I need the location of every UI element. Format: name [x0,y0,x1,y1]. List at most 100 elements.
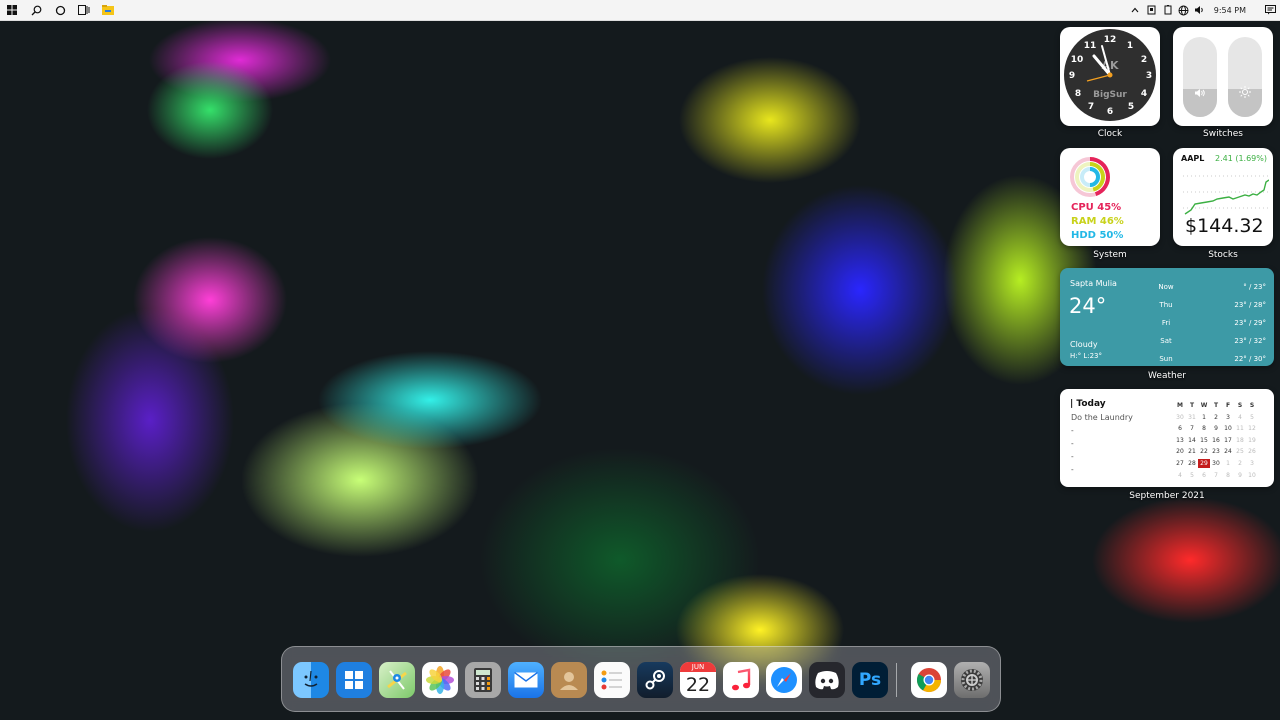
calendar-day[interactable]: 19 [1246,436,1258,445]
stocks-widget[interactable]: AAPL 2.41 (1.69%) $144.32 [1173,148,1273,246]
calendar-day[interactable]: 29 [1198,458,1210,468]
search-icon[interactable] [24,0,48,20]
calendar-day[interactable]: 2 [1210,413,1222,422]
calendar-day[interactable]: 10 [1246,471,1258,480]
weather-condition: Cloudy [1070,340,1098,349]
calendar-day[interactable]: 30 [1210,459,1222,468]
switches-widget[interactable] [1173,27,1273,126]
battery-icon[interactable] [1160,0,1176,20]
calendar-grid: M T W T F S S 30 31 1 2 3 4 5 6 7 8 9 10 11 12 13 14 15 16 17 18 19… [1174,401,1272,480]
calendar-day[interactable]: 7 [1210,471,1222,480]
volume-icon[interactable] [1192,0,1208,20]
chrome-icon[interactable] [911,662,947,698]
steam-icon[interactable] [637,662,673,698]
calendar-day[interactable]: 17 [1222,436,1234,445]
calendar-day[interactable]: 9 [1210,424,1222,433]
forecast-range: 23° / 29° [1234,319,1266,327]
calendar-day[interactable]: 1 [1198,413,1210,422]
clock-widget[interactable]: 12 1 2 3 4 5 6 7 8 9 10 11 AK BigSur [1060,27,1160,126]
clock-time[interactable]: 9:54 PM [1208,6,1260,15]
system-widget[interactable]: CPU 45% RAM 46% HDD 50% [1060,148,1160,246]
globe-icon[interactable] [1176,0,1192,20]
weather-location: Sapta Mulia [1070,279,1117,288]
calendar-day[interactable]: 3 [1222,413,1234,422]
system-rings-icon [1070,157,1110,197]
calendar-day[interactable]: 10 [1222,424,1234,433]
notification-icon[interactable] [1260,0,1280,20]
contacts-icon[interactable] [551,662,587,698]
volume-slider[interactable] [1183,37,1217,117]
forecast-row: Fri 23° / 29° [1146,319,1266,327]
network-device-icon[interactable] [1144,0,1160,20]
calendar-app-icon[interactable]: JUN 22 [680,662,716,698]
calendar-day[interactable]: 28 [1186,459,1198,468]
calendar-day[interactable]: 8 [1222,471,1234,480]
calendar-day[interactable]: 22 [1198,447,1210,456]
calendar-day[interactable]: 12 [1246,424,1258,433]
calendar-day[interactable]: 18 [1234,436,1246,445]
calendar-day[interactable]: 1 [1222,459,1234,468]
task-view-icon[interactable] [72,0,96,20]
calendar-day[interactable]: 4 [1174,471,1186,480]
photos-icon[interactable] [422,662,458,698]
mail-icon[interactable] [508,662,544,698]
calculator-icon[interactable] [465,662,501,698]
forecast-row: Now ° / 23° [1146,283,1266,291]
calendar-day[interactable]: 20 [1174,447,1186,456]
calendar-day[interactable]: 15 [1198,436,1210,445]
ram-usage: RAM 46% [1071,216,1124,227]
calendar-day[interactable]: 4 [1234,413,1246,422]
settings-icon[interactable] [954,662,990,698]
brightness-slider[interactable] [1228,37,1262,117]
calendar-weekday: F [1225,402,1231,409]
task-item[interactable]: - [1071,452,1166,465]
calendar-day[interactable]: 27 [1174,459,1186,468]
calendar-day[interactable]: 6 [1198,471,1210,480]
stock-symbol: AAPL [1181,154,1205,163]
calendar-day[interactable]: 23 [1210,447,1222,456]
calendar-day[interactable]: 5 [1246,413,1258,422]
calendar-day[interactable]: 6 [1174,424,1186,433]
photoshop-icon[interactable]: Ps [852,662,888,698]
forecast-range: 22° / 30° [1234,355,1266,363]
windows-start-icon[interactable] [336,662,372,698]
task-item[interactable]: - [1071,439,1166,452]
task-item[interactable]: - [1071,426,1166,439]
chevron-up-icon[interactable] [1126,0,1144,20]
today-heading: | Today [1070,399,1106,409]
weather-widget-label: Weather [1148,371,1186,381]
calendar-day[interactable]: 13 [1174,436,1186,445]
calendar-day[interactable]: 7 [1186,424,1198,433]
calendar-day[interactable]: 11 [1234,424,1246,433]
maps-icon[interactable] [379,662,415,698]
task-item[interactable]: - [1071,465,1166,478]
cortana-icon[interactable] [48,0,72,20]
music-icon[interactable] [723,662,759,698]
calendar-widget[interactable]: | Today Do the Laundry - - - - M T W T F S S 30… [1060,389,1274,487]
reminders-icon[interactable] [594,662,630,698]
windows-start-icon[interactable] [0,0,24,20]
calendar-day[interactable]: 14 [1186,436,1198,445]
calendar-day[interactable]: 26 [1246,447,1258,456]
calendar-day[interactable]: 25 [1234,447,1246,456]
task-item[interactable]: Do the Laundry [1071,413,1166,426]
safari-icon[interactable] [766,662,802,698]
calendar-day[interactable]: 2 [1234,459,1246,468]
file-explorer-icon[interactable] [96,0,120,20]
weather-widget[interactable]: Sapta Mulia 24° Cloudy H:° L:23° Now ° / … [1060,268,1274,366]
calendar-day[interactable]: 8 [1198,424,1210,433]
finder-icon[interactable] [293,662,329,698]
calendar-day[interactable]: 21 [1186,447,1198,456]
calendar-day[interactable]: 16 [1210,436,1222,445]
calendar-day[interactable]: 3 [1246,459,1258,468]
discord-icon[interactable] [809,662,845,698]
forecast-day: Fri [1161,319,1171,327]
calendar-day[interactable]: 5 [1186,471,1198,480]
clock-hands [1086,45,1113,82]
forecast-range: ° / 23° [1243,283,1266,291]
calendar-day[interactable]: 30 [1174,413,1186,422]
dock: JUN 22 Ps [281,646,1001,712]
calendar-day[interactable]: 24 [1222,447,1234,456]
calendar-day[interactable]: 9 [1234,471,1246,480]
calendar-day[interactable]: 31 [1186,413,1198,422]
